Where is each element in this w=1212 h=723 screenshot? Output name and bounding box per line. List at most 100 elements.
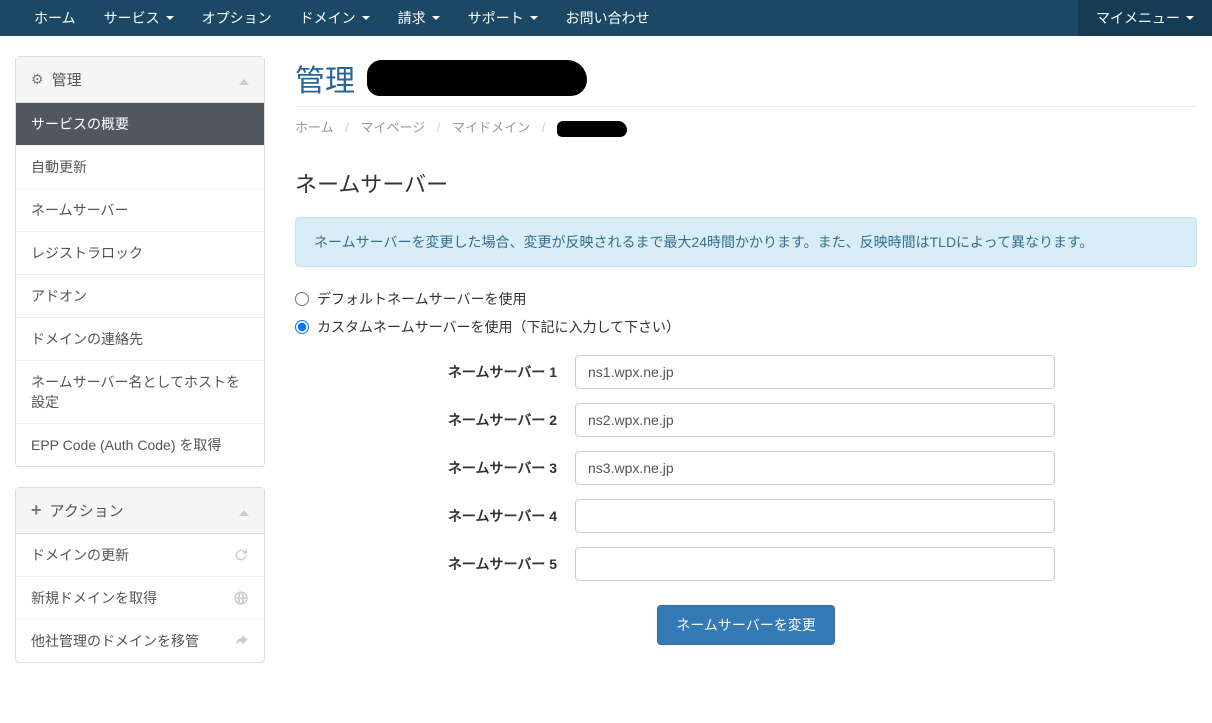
- redacted-crumb: [557, 121, 627, 137]
- plus-icon: [31, 500, 42, 521]
- top-nav: ホーム サービス オプション ドメイン 請求 サポート お問い合わせ マイメニュ…: [0, 0, 1212, 36]
- radio-default-input[interactable]: [295, 292, 309, 306]
- panel-title: アクション: [50, 500, 124, 521]
- sidebar-item-label: ドメインの連絡先: [31, 329, 143, 349]
- title-rule: [295, 106, 1197, 107]
- action-label: ドメインの更新: [31, 545, 129, 565]
- sidebar-item-label: EPP Code (Auth Code) を取得: [31, 435, 221, 455]
- nameserver-form: ネームサーバー 1 ネームサーバー 2 ネームサーバー 3 ネームサーバー 4 …: [295, 355, 1197, 645]
- ns-label: ネームサーバー 4: [295, 506, 575, 526]
- sidebar-item-host-records[interactable]: ネームサーバー名としてホストを設定: [16, 360, 264, 423]
- sidebar: 管理 サービスの概要 自動更新 ネームサーバー レジストラロック アドオン ドメ…: [15, 56, 265, 683]
- nav-label: お問い合わせ: [566, 8, 650, 28]
- sidebar-item-overview[interactable]: サービスの概要: [16, 103, 264, 145]
- action-register-domain[interactable]: 新規ドメインを取得: [16, 576, 264, 619]
- panel-manage-header[interactable]: 管理: [16, 57, 264, 103]
- ns-row-3: ネームサーバー 3: [295, 451, 1197, 485]
- panel-manage-body: サービスの概要 自動更新 ネームサーバー レジストラロック アドオン ドメインの…: [16, 103, 264, 466]
- ns-input-2[interactable]: [575, 403, 1055, 437]
- crumb-sep: /: [542, 120, 546, 135]
- nav-label: ホーム: [34, 8, 76, 28]
- nav-options[interactable]: オプション: [188, 0, 286, 36]
- sidebar-item-autorenew[interactable]: 自動更新: [16, 145, 264, 188]
- nav-label: マイメニュー: [1096, 8, 1180, 28]
- sidebar-item-label: レジストラロック: [31, 243, 143, 263]
- crumb-mypage[interactable]: マイページ: [361, 120, 426, 135]
- action-label: 他社管理のドメインを移管: [31, 631, 199, 651]
- radio-custom-input[interactable]: [295, 320, 309, 334]
- share-icon: [233, 633, 249, 649]
- sidebar-item-registrar-lock[interactable]: レジストラロック: [16, 231, 264, 274]
- panel-actions-header[interactable]: アクション: [16, 488, 264, 534]
- action-transfer-domain[interactable]: 他社管理のドメインを移管: [16, 619, 264, 662]
- caret-down-icon: [362, 16, 370, 20]
- ns-label: ネームサーバー 1: [295, 362, 575, 382]
- nav-domains[interactable]: ドメイン: [286, 0, 384, 36]
- nav-support[interactable]: サポート: [454, 0, 552, 36]
- crumb-sep: /: [437, 120, 441, 135]
- chevron-up-icon: [239, 72, 249, 88]
- redacted-domain: [367, 60, 587, 96]
- ns-label: ネームサーバー 3: [295, 458, 575, 478]
- crumb-mydomain[interactable]: マイドメイン: [452, 120, 530, 135]
- nav-label: サービス: [104, 8, 160, 28]
- ns-input-1[interactable]: [575, 355, 1055, 389]
- ns-row-5: ネームサーバー 5: [295, 547, 1197, 581]
- crumb-sep: /: [345, 120, 349, 135]
- ns-row-1: ネームサーバー 1: [295, 355, 1197, 389]
- ns-label: ネームサーバー 5: [295, 554, 575, 574]
- ns-input-4[interactable]: [575, 499, 1055, 533]
- ns-row-2: ネームサーバー 2: [295, 403, 1197, 437]
- radio-custom-ns[interactable]: カスタムネームサーバーを使用（下記に入力して下さい）: [295, 317, 1197, 337]
- radio-label: カスタムネームサーバーを使用（下記に入力して下さい）: [317, 317, 680, 337]
- nav-right: マイメニュー: [1078, 0, 1212, 36]
- nav-label: ドメイン: [300, 8, 356, 28]
- info-alert: ネームサーバーを変更した場合、変更が反映されるまで最大24時間かかります。また、…: [295, 217, 1197, 267]
- panel-actions-body: ドメインの更新 新規ドメインを取得 他社管理のドメインを移管: [16, 534, 264, 662]
- section-title: ネームサーバー: [295, 167, 1197, 199]
- crumb-home[interactable]: ホーム: [295, 120, 334, 135]
- action-renew-domain[interactable]: ドメインの更新: [16, 534, 264, 576]
- main-content: 管理 ホーム / マイページ / マイドメイン / ネームサーバー ネームサーバ…: [295, 56, 1197, 683]
- gear-icon: [31, 71, 44, 88]
- caret-down-icon: [432, 16, 440, 20]
- refresh-icon: [233, 547, 249, 563]
- nav-home[interactable]: ホーム: [20, 0, 90, 36]
- ns-label: ネームサーバー 2: [295, 410, 575, 430]
- sidebar-item-label: ネームサーバー: [31, 200, 128, 220]
- panel-actions: アクション ドメインの更新 新規ドメインを取得 他社管理のドメイ: [15, 487, 265, 663]
- sidebar-item-epp-code[interactable]: EPP Code (Auth Code) を取得: [16, 423, 264, 466]
- nav-services[interactable]: サービス: [90, 0, 188, 36]
- sidebar-item-label: 自動更新: [31, 157, 87, 177]
- nav-billing[interactable]: 請求: [384, 0, 454, 36]
- nav-label: サポート: [468, 8, 524, 28]
- page-title: 管理: [295, 56, 355, 100]
- nav-label: オプション: [202, 8, 272, 28]
- sidebar-item-addons[interactable]: アドオン: [16, 274, 264, 317]
- submit-row: ネームサーバーを変更: [295, 605, 1197, 645]
- chevron-up-icon: [239, 503, 249, 519]
- caret-down-icon: [1186, 16, 1194, 20]
- radio-label: デフォルトネームサーバーを使用: [317, 289, 526, 309]
- nav-label: 請求: [398, 8, 426, 28]
- page-title-row: 管理: [295, 56, 1197, 100]
- caret-down-icon: [166, 16, 174, 20]
- radio-default-ns[interactable]: デフォルトネームサーバーを使用: [295, 289, 1197, 309]
- ns-input-3[interactable]: [575, 451, 1055, 485]
- nav-my-menu[interactable]: マイメニュー: [1078, 0, 1212, 36]
- panel-manage: 管理 サービスの概要 自動更新 ネームサーバー レジストラロック アドオン ドメ…: [15, 56, 265, 467]
- sidebar-item-label: ネームサーバー名としてホストを設定: [31, 372, 249, 412]
- ns-input-5[interactable]: [575, 547, 1055, 581]
- submit-button[interactable]: ネームサーバーを変更: [657, 605, 834, 645]
- sidebar-item-contacts[interactable]: ドメインの連絡先: [16, 317, 264, 360]
- action-label: 新規ドメインを取得: [31, 588, 157, 608]
- ns-row-4: ネームサーバー 4: [295, 499, 1197, 533]
- sidebar-item-nameservers[interactable]: ネームサーバー: [16, 188, 264, 231]
- panel-title: 管理: [52, 69, 82, 90]
- sidebar-item-label: アドオン: [31, 286, 87, 306]
- globe-icon: [233, 590, 249, 606]
- nav-left: ホーム サービス オプション ドメイン 請求 サポート お問い合わせ: [20, 0, 664, 36]
- sidebar-item-label: サービスの概要: [31, 114, 129, 134]
- caret-down-icon: [530, 16, 538, 20]
- nav-contact[interactable]: お問い合わせ: [552, 0, 664, 36]
